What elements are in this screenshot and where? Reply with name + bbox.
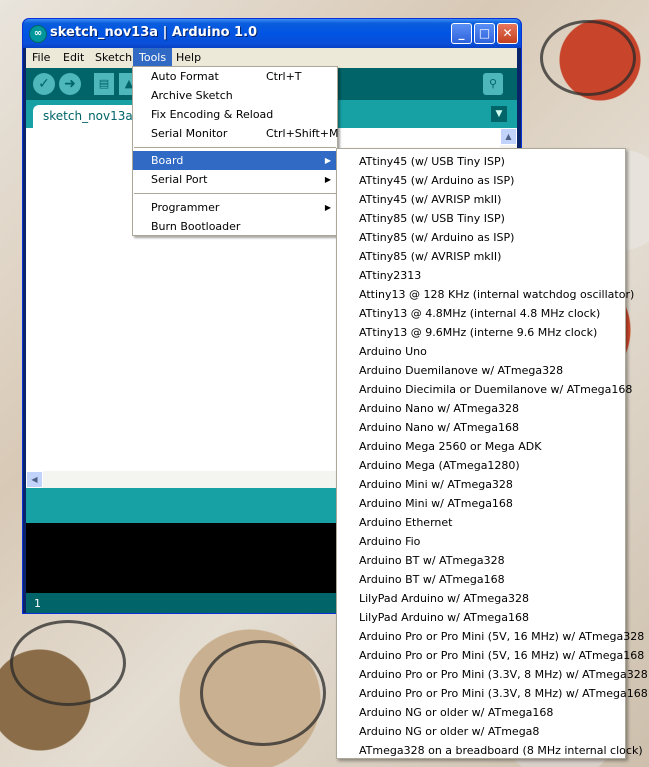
board-menu-item[interactable]: Arduino BT w/ ATmega168 [359,570,505,589]
board-menu-item[interactable]: Arduino Fio [359,532,420,551]
submenu-arrow-icon: ▶ [324,203,331,212]
board-menu-item[interactable]: Arduino Mini w/ ATmega328 [359,475,513,494]
menu-item-serial-monitor[interactable]: Serial Monitor Ctrl+Shift+M [133,124,339,143]
board-menu-item[interactable]: ATtiny85 (w/ AVRISP mkII) [359,247,501,266]
board-menu-item[interactable]: ATtiny85 (w/ USB Tiny ISP) [359,209,505,228]
board-menu-item[interactable]: Arduino Mega 2560 or Mega ADK [359,437,541,456]
menu-item-archive-sketch[interactable]: Archive Sketch [133,86,337,105]
tools-menu: Auto Format Ctrl+T Archive Sketch Fix En… [132,66,339,236]
board-menu-item[interactable]: Arduino BT w/ ATmega328 [359,551,505,570]
upload-icon[interactable]: ➜ [59,73,81,95]
menu-item-label: Fix Encoding & Reload [151,108,274,121]
serial-monitor-icon[interactable]: ⚲ [483,73,503,95]
submenu-arrow-icon: ▶ [324,156,331,165]
menu-file[interactable]: File [26,48,56,68]
menu-item-label: Serial Monitor [151,127,228,140]
board-menu-item[interactable]: Arduino Diecimila or Duemilanove w/ ATme… [359,380,632,399]
scroll-left-icon[interactable]: ◀ [26,471,43,488]
menu-item-label: Archive Sketch [151,89,233,102]
background-scribble [200,640,326,746]
board-menu-item[interactable]: ATtiny85 (w/ Arduino as ISP) [359,228,514,247]
board-menu-item[interactable]: Arduino Mini w/ ATmega168 [359,494,513,513]
maximize-button[interactable]: □ [474,23,495,44]
menu-item-label: Board [151,154,184,167]
submenu-arrow-icon: ▶ [324,175,331,184]
menu-separator [134,193,336,194]
board-menu-item[interactable]: ATtiny45 (w/ USB Tiny ISP) [359,152,505,171]
board-menu-item[interactable]: ATtiny13 @ 4.8MHz (internal 4.8 MHz cloc… [359,304,600,323]
tab-menu-arrow-icon[interactable]: ▼ [491,106,507,122]
menu-item-auto-format[interactable]: Auto Format Ctrl+T [133,67,337,86]
board-menu-item[interactable]: Attiny13 @ 128 KHz (internal watchdog os… [359,285,634,304]
board-menu-item[interactable]: Arduino Duemilanove w/ ATmega328 [359,361,563,380]
board-menu-item[interactable]: Arduino Uno [359,342,427,361]
menu-item-shortcut: Ctrl+Shift+M [266,127,339,140]
verify-icon[interactable]: ✓ [33,73,55,95]
new-icon[interactable]: ▤ [94,73,114,95]
board-menu-item[interactable]: Arduino NG or older w/ ATmega168 [359,703,553,722]
minimize-button[interactable]: _ [451,23,472,44]
line-number: 1 [34,597,41,610]
menu-item-label: Burn Bootloader [151,220,241,233]
tab-sketch[interactable]: sketch_nov13a [33,105,143,128]
menu-item-serial-port[interactable]: Serial Port ▶ [133,170,337,189]
menu-item-board[interactable]: Board ▶ [133,151,337,170]
menu-bar: File Edit Sketch Tools Help [26,48,517,68]
arduino-logo-icon: ∞ [29,25,47,43]
menu-help[interactable]: Help [170,48,207,68]
board-submenu: ATtiny45 (w/ USB Tiny ISP) ATtiny45 (w/ A… [336,148,648,759]
menu-separator [134,147,336,148]
window-title: sketch_nov13a | Arduino 1.0 [50,25,258,40]
scroll-up-icon[interactable]: ▲ [500,128,517,145]
board-menu-item[interactable]: Arduino Pro or Pro Mini (3.3V, 8 MHz) w/… [359,684,648,703]
menu-item-label: Programmer [151,201,220,214]
board-menu-item[interactable]: Arduino Pro or Pro Mini (3.3V, 8 MHz) w/… [359,665,648,684]
board-menu-item[interactable]: Arduino NG or older w/ ATmega8 [359,722,539,741]
board-menu-item[interactable]: Arduino Pro or Pro Mini (5V, 16 MHz) w/ … [359,646,644,665]
board-menu-item[interactable]: ATtiny45 (w/ Arduino as ISP) [359,171,514,190]
menu-tools[interactable]: Tools [133,48,173,68]
board-menu-item[interactable]: Arduino Ethernet [359,513,452,532]
board-menu-item[interactable]: ATtiny2313 [359,266,421,285]
menu-item-shortcut: Ctrl+T [266,70,302,83]
title-bar[interactable]: ∞ sketch_nov13a | Arduino 1.0 _ □ ✕ [23,19,521,48]
menu-item-label: Auto Format [151,70,219,83]
menu-edit[interactable]: Edit [57,48,90,68]
close-button[interactable]: ✕ [497,23,518,44]
board-menu-item[interactable]: LilyPad Arduino w/ ATmega168 [359,608,529,627]
board-menu-item[interactable]: ATtiny13 @ 9.6MHz (interne 9.6 MHz clock… [359,323,597,342]
board-menu-item[interactable]: ATmega328 on a breadboard (8 MHz interna… [359,741,643,760]
background-scribble [540,20,636,96]
background-scribble [10,620,126,706]
board-menu-item[interactable]: Arduino Nano w/ ATmega328 [359,399,519,418]
menu-sketch[interactable]: Sketch [89,48,138,68]
menu-item-label: Serial Port [151,173,208,186]
board-menu-item[interactable]: LilyPad Arduino w/ ATmega328 [359,589,529,608]
menu-item-programmer[interactable]: Programmer ▶ [133,198,337,217]
board-menu-item[interactable]: Arduino Nano w/ ATmega168 [359,418,519,437]
menu-item-burn-bootloader[interactable]: Burn Bootloader [133,217,337,236]
menu-item-fix-encoding[interactable]: Fix Encoding & Reload [133,105,337,124]
board-menu-item[interactable]: Arduino Pro or Pro Mini (5V, 16 MHz) w/ … [359,627,644,646]
board-menu-item[interactable]: ATtiny45 (w/ AVRISP mkII) [359,190,501,209]
board-menu-item[interactable]: Arduino Mega (ATmega1280) [359,456,520,475]
